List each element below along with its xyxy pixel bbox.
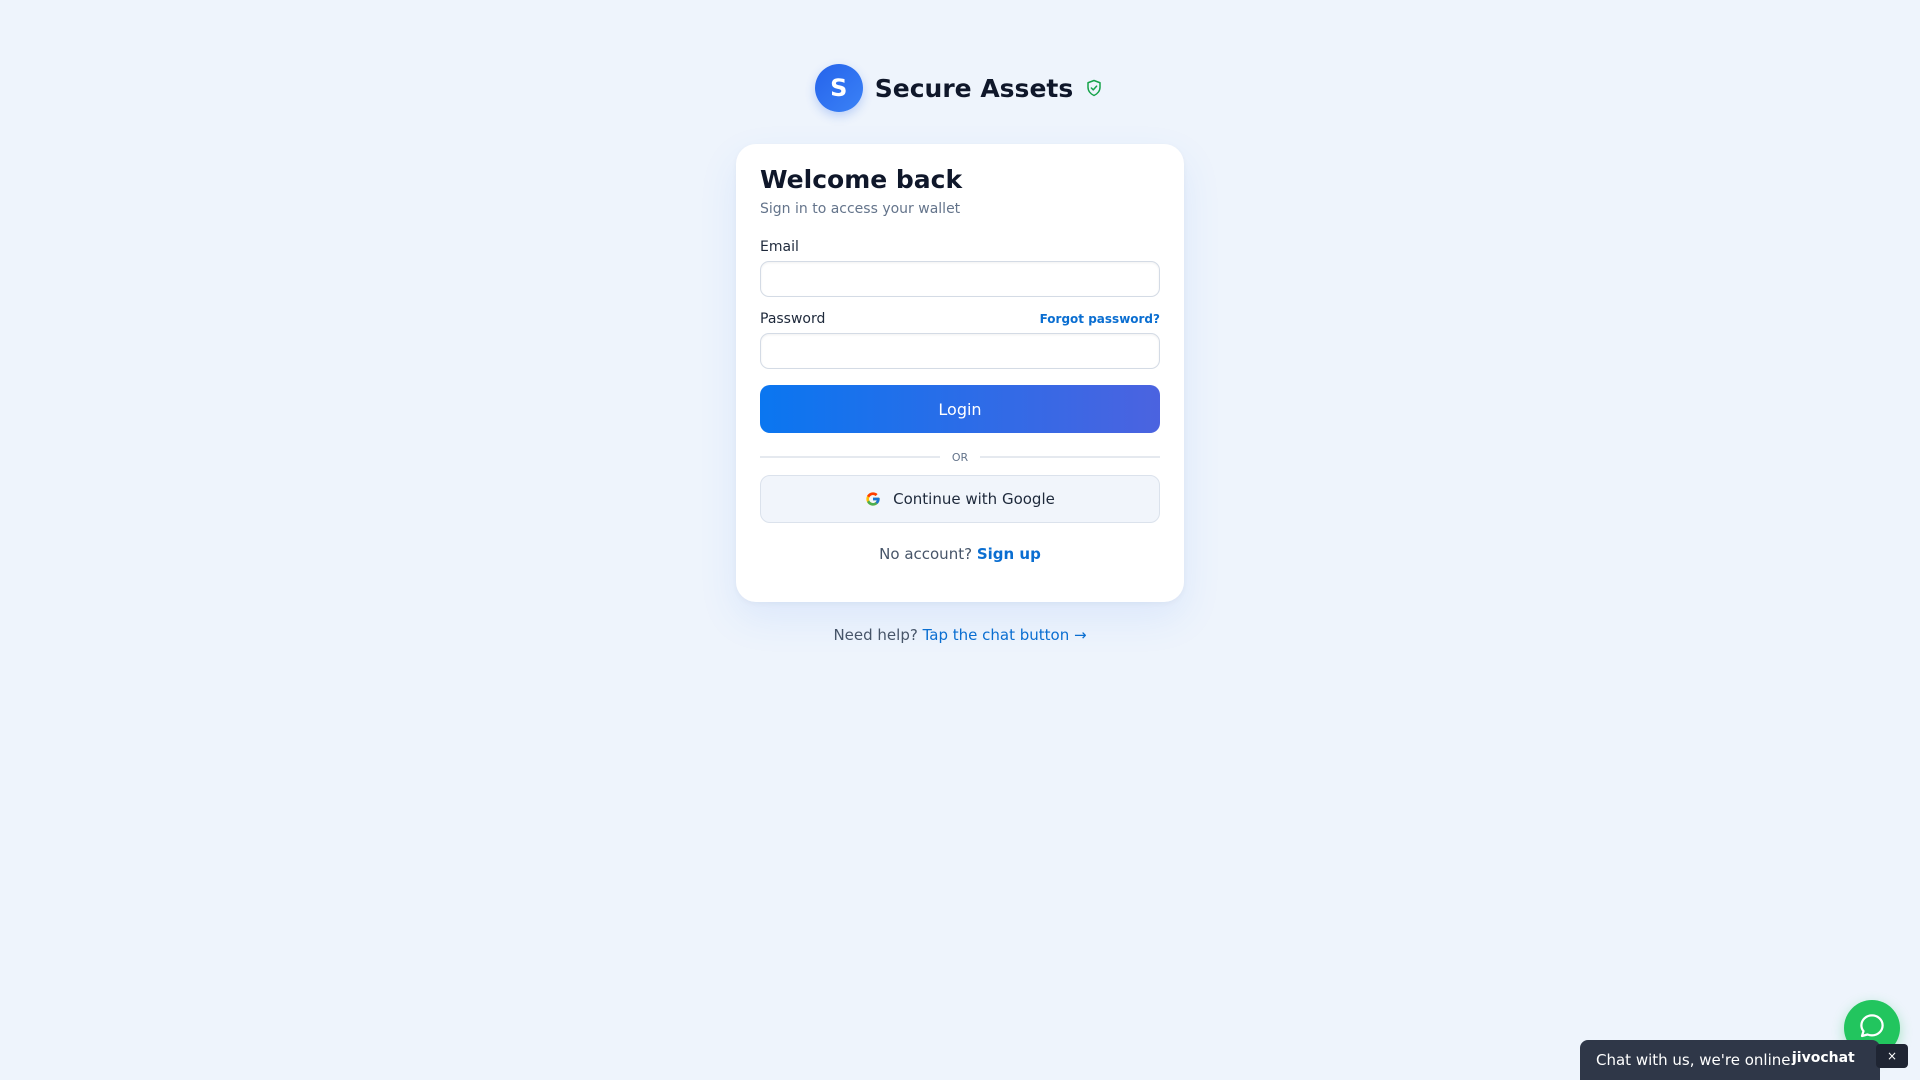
divider-line-left (760, 456, 940, 458)
email-label-row: Email (760, 239, 1160, 255)
jivochat-logo: jivochat (1792, 1050, 1855, 1066)
or-divider: OR (760, 449, 1160, 465)
google-signin-button[interactable]: Continue with Google (760, 475, 1160, 523)
brand-name: Secure Assets (874, 73, 1074, 103)
google-icon (865, 491, 881, 507)
forgot-password-link[interactable]: Forgot password? (1040, 312, 1160, 326)
help-chat-link[interactable]: Tap the chat button → (923, 626, 1087, 644)
password-input[interactable] (760, 333, 1160, 369)
signup-row: No account? Sign up (760, 545, 1160, 563)
no-account-text: No account? (879, 545, 973, 563)
password-label-row: Password Forgot password? (760, 311, 1160, 327)
password-label: Password (760, 311, 826, 327)
page-title: Welcome back (760, 165, 963, 194)
help-row: Need help? Tap the chat button → (0, 626, 1920, 644)
brand-header: S Secure Assets (0, 64, 1920, 112)
divider-label: OR (951, 450, 969, 464)
chat-bar-text: Chat with us, we're online! (1596, 1051, 1797, 1069)
help-text: Need help? (833, 626, 918, 644)
brand-logo: S (814, 64, 863, 112)
shield-check-icon (1085, 78, 1105, 98)
email-label: Email (760, 239, 799, 255)
email-input[interactable] (760, 261, 1160, 297)
signup-link[interactable]: Sign up (977, 545, 1041, 563)
chat-online-bar[interactable]: Chat with us, we're online! jivochat (1580, 1040, 1880, 1080)
google-signin-label: Continue with Google (893, 490, 1055, 508)
login-card: Welcome back Sign in to access your wall… (736, 144, 1184, 602)
chat-close-button[interactable]: × (1876, 1044, 1908, 1068)
divider-line-right (980, 456, 1160, 458)
page-subtitle: Sign in to access your wallet (760, 201, 961, 217)
login-button[interactable]: Login (760, 385, 1160, 433)
